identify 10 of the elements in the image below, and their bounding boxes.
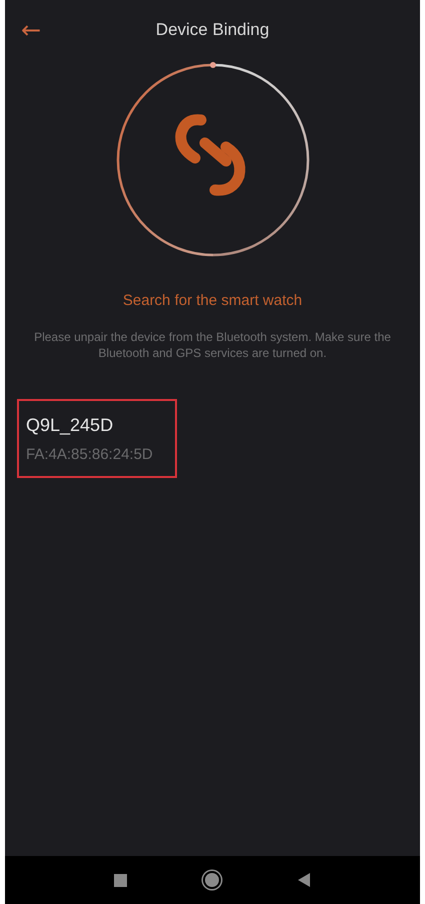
back-button[interactable]: ← — [15, 14, 48, 46]
home-icon[interactable] — [205, 873, 219, 887]
page-title: Device Binding — [156, 20, 270, 40]
device-item[interactable]: Q9L_245D FA:4A:85:86:24:5D — [17, 399, 177, 478]
recents-icon[interactable] — [114, 874, 127, 886]
device-address: FA:4A:85:86:24:5D — [26, 446, 154, 462]
back-icon[interactable] — [297, 872, 311, 888]
instruction-text: Please unpair the device from the Bluetooth system. Make sure the Bluetooth and GPS services are turned on. — [33, 329, 392, 361]
device-name: Q9L_245D — [26, 414, 114, 436]
search-status: Search for the smart watch — [122, 292, 304, 309]
